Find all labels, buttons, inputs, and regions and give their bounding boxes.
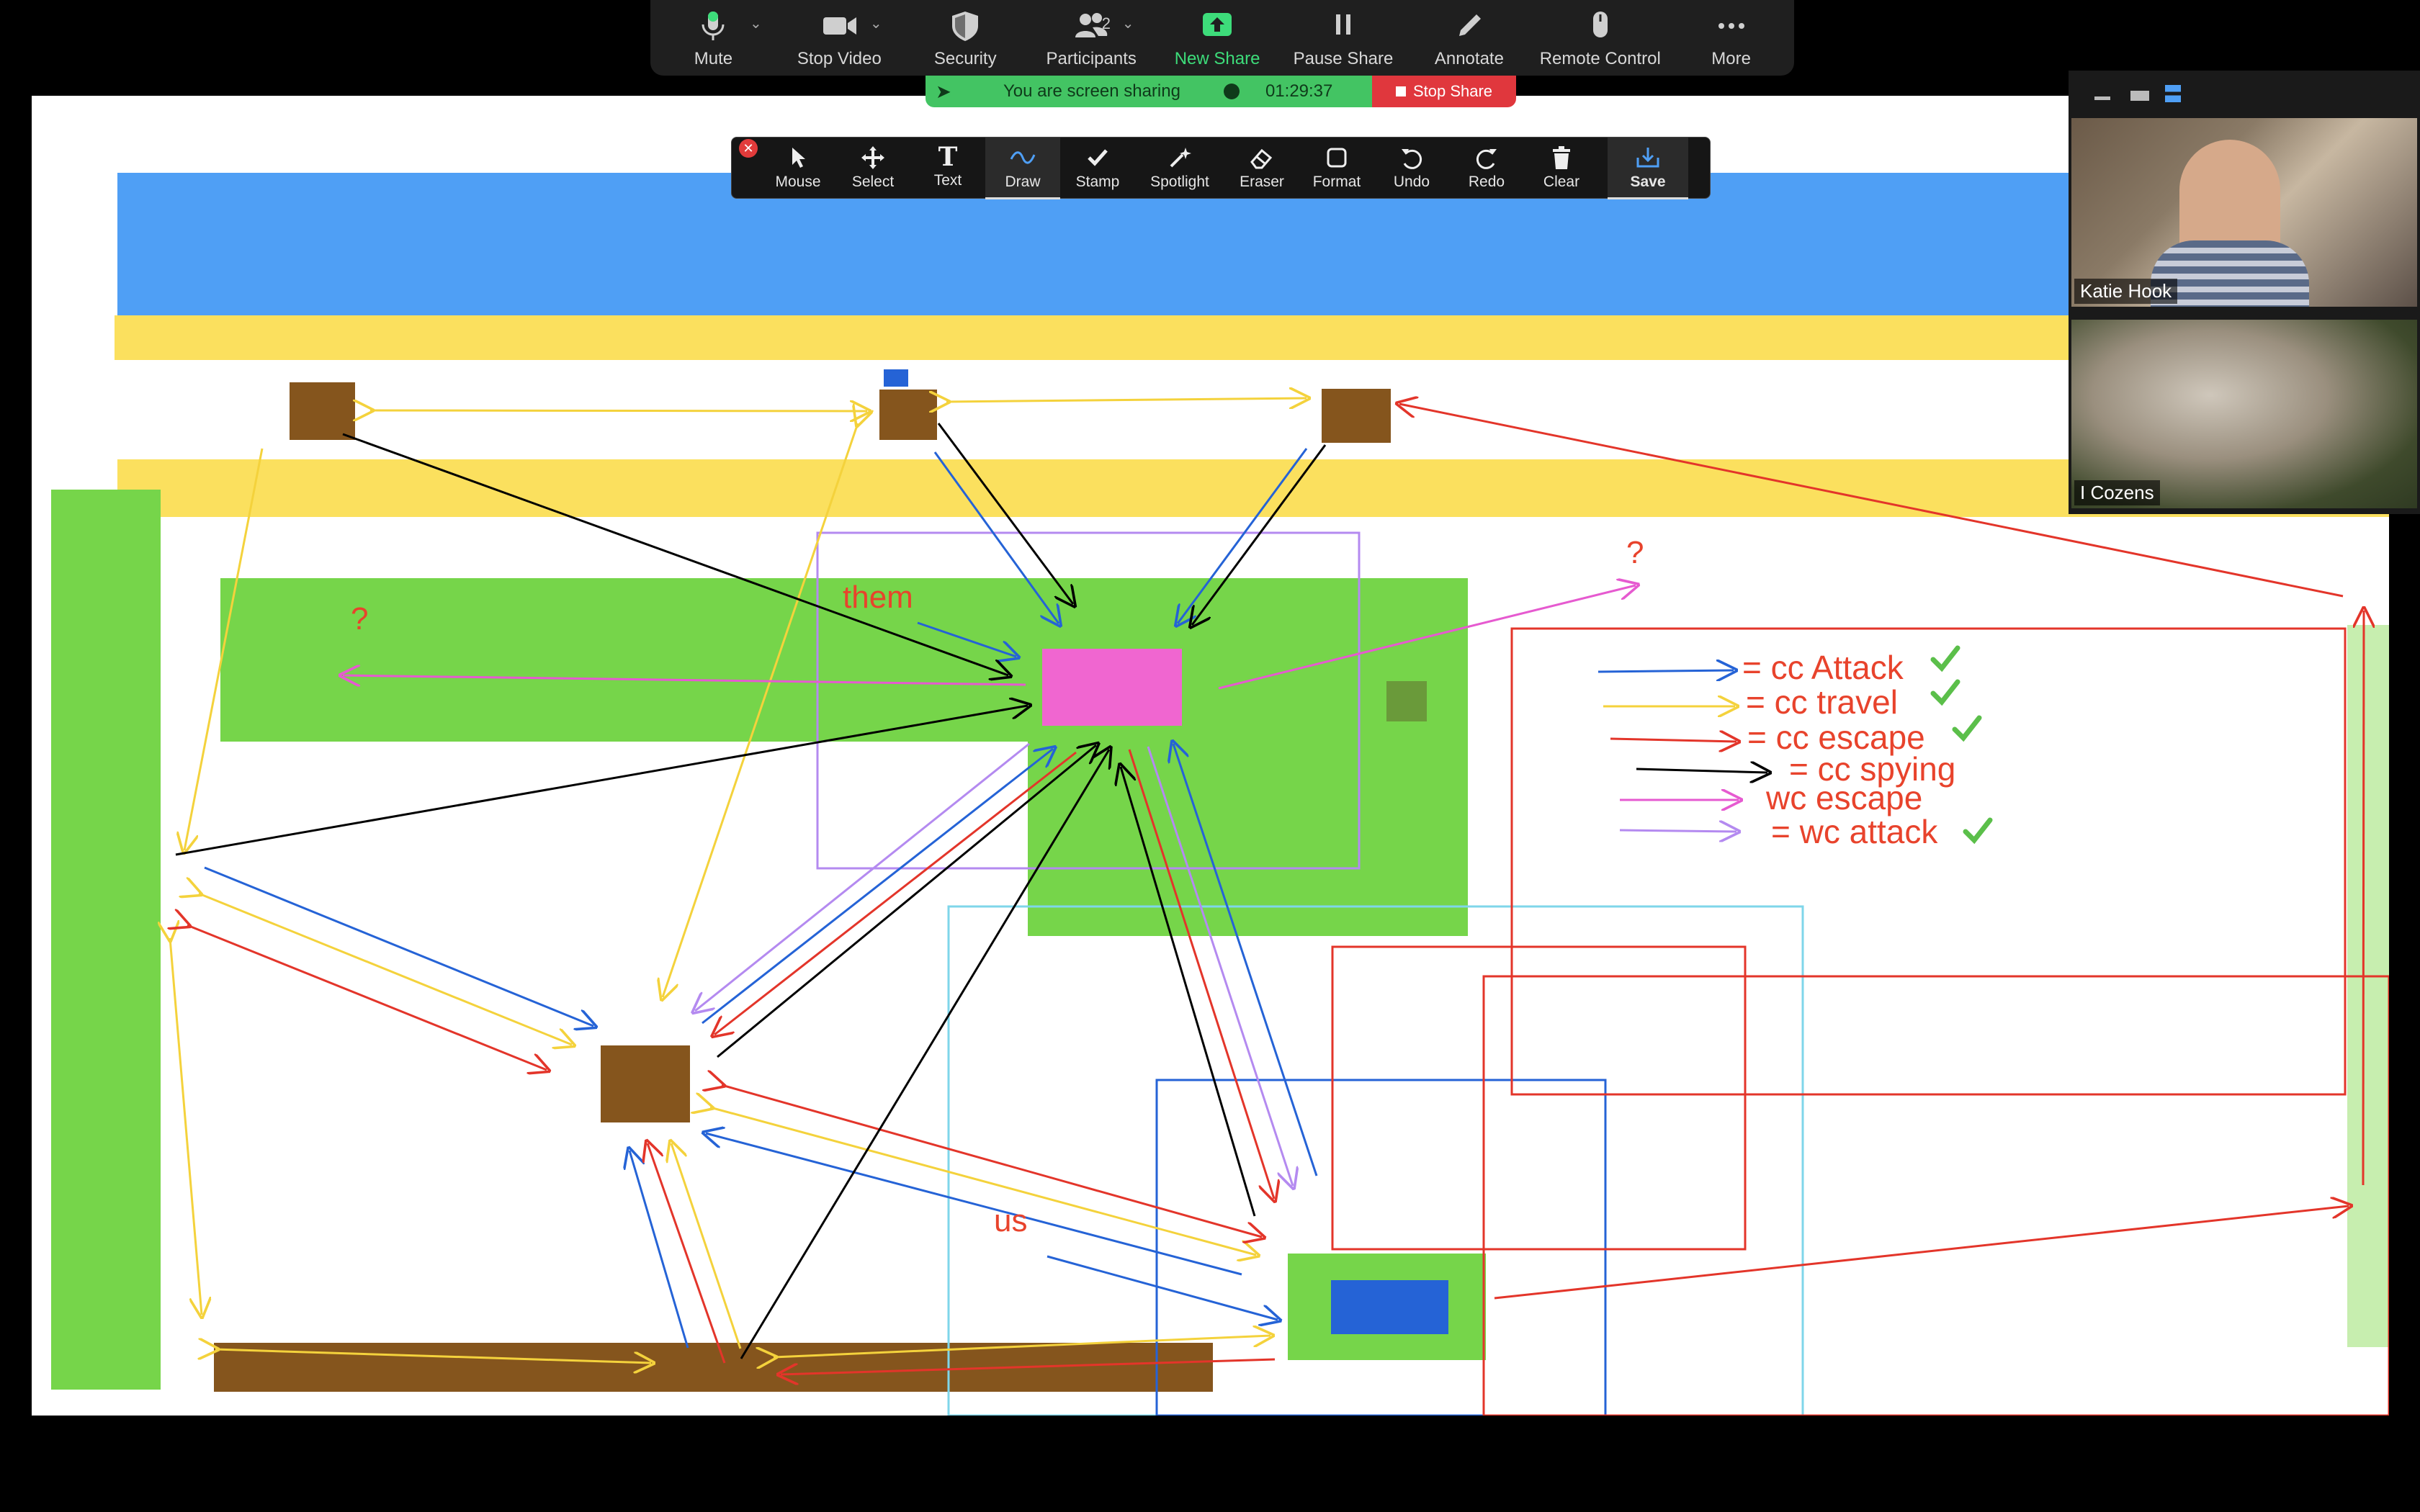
legend-wc-attack: = wc attack: [1771, 813, 1938, 850]
olive-square: [1386, 681, 1427, 721]
check-icon: [1952, 715, 1982, 742]
annotate-button[interactable]: Annotate: [1406, 0, 1532, 76]
shield-check-icon: [1223, 84, 1240, 99]
sharing-status-text: You are screen sharing: [1003, 81, 1180, 101]
brown-floor: [214, 1343, 1213, 1392]
legend-cc-travel: = cc travel: [1746, 683, 1898, 721]
share-arrow-icon: [1203, 13, 1232, 36]
yellow-band-bottom: [117, 459, 2389, 517]
remote-control-button[interactable]: Remote Control: [1532, 0, 1668, 76]
check-icon: [1930, 645, 1960, 672]
legend-wc-escape: wc escape: [1766, 779, 1923, 816]
text-icon: T: [938, 142, 958, 172]
chevron-down-icon[interactable]: ⌄: [870, 14, 882, 32]
brown-box-2: [879, 390, 937, 440]
pause-icon: [1335, 14, 1350, 35]
label-question-left: ?: [351, 601, 369, 636]
single-view-icon[interactable]: [2130, 91, 2149, 101]
label-question-right: ?: [1626, 535, 1644, 570]
clear-tool[interactable]: Clear: [1524, 138, 1599, 199]
redo-tool[interactable]: Redo: [1449, 138, 1524, 199]
format-square-icon: [1327, 148, 1347, 168]
participant-count: 2: [1101, 14, 1111, 32]
shield-icon: [952, 12, 979, 41]
stop-square-icon: [1395, 86, 1406, 96]
drag-handle-icon[interactable]: ➤: [936, 81, 960, 103]
pencil-icon: [1458, 14, 1481, 36]
mouse-icon: [1592, 12, 1608, 37]
video-tile-cozens[interactable]: I Cozens: [2071, 320, 2417, 508]
chevron-down-icon[interactable]: ⌄: [750, 14, 762, 32]
cursor-arrow-icon: [792, 148, 805, 168]
trash-icon: [1553, 146, 1570, 169]
screen-sharing-banner[interactable]: ➤ You are screen sharing 01:29:37: [926, 76, 1372, 107]
us-blue-box: [1331, 1280, 1448, 1334]
minimize-icon[interactable]: [2094, 96, 2110, 100]
more-button[interactable]: More: [1668, 0, 1794, 76]
stop-video-button[interactable]: ⌄ Stop Video: [776, 0, 902, 76]
checkmark-icon: [1088, 149, 1108, 166]
security-button[interactable]: Security: [902, 0, 1028, 76]
pink-target: [1042, 649, 1182, 726]
label-us: us: [994, 1203, 1028, 1238]
brown-box-4: [601, 1045, 690, 1122]
brown-box-1: [290, 382, 355, 440]
stamp-tool[interactable]: Stamp: [1060, 138, 1135, 199]
small-blue-square: [884, 369, 908, 387]
text-tool[interactable]: T Text: [910, 138, 985, 199]
shared-whiteboard[interactable]: them us ? ? = cc Attack = cc travel = cc…: [32, 96, 2389, 1416]
pause-share-button[interactable]: Pause Share: [1281, 0, 1407, 76]
format-tool[interactable]: Format: [1299, 138, 1374, 199]
draw-tool[interactable]: Draw: [985, 138, 1060, 199]
participants-button[interactable]: 2 ⌄ Participants: [1028, 0, 1155, 76]
eraser-tool[interactable]: Eraser: [1224, 138, 1299, 199]
stop-share-button[interactable]: Stop Share: [1372, 76, 1516, 107]
label-them: them: [843, 580, 913, 615]
right-green-bar: [2347, 625, 2389, 1347]
brown-box-3: [1322, 389, 1391, 443]
annotation-toolbar: Mouse Select T Text Draw Stamp Spotlight…: [731, 137, 1711, 199]
mouse-tool[interactable]: Mouse: [761, 138, 835, 199]
check-icon: [1963, 817, 1993, 845]
meeting-timer: 01:29:37: [1265, 81, 1333, 101]
check-icon: [1930, 679, 1960, 706]
undo-tool[interactable]: Undo: [1374, 138, 1449, 199]
meeting-control-bar: ⌄ Mute ⌄ Stop Video Security 2 ⌄ Partici…: [650, 0, 1794, 76]
close-icon[interactable]: ✕: [739, 139, 758, 158]
undo-icon: [1402, 149, 1422, 169]
move-arrows-icon: [861, 146, 884, 169]
participant-name: I Cozens: [2074, 480, 2160, 505]
redo-icon: [1476, 149, 1497, 169]
chevron-down-icon[interactable]: ⌄: [1122, 14, 1134, 32]
video-panel: Katie Hook I Cozens: [2069, 71, 2420, 514]
save-download-icon: [1636, 148, 1659, 168]
whiteboard-drawing: [51, 173, 2389, 1416]
participant-name: Katie Hook: [2074, 279, 2178, 304]
spotlight-tool[interactable]: Spotlight: [1135, 138, 1224, 199]
video-camera-icon: [823, 17, 857, 35]
legend-cc-attack: = cc Attack: [1742, 649, 1904, 686]
mute-button[interactable]: ⌄ Mute: [650, 0, 776, 76]
microphone-icon: [702, 12, 725, 40]
spotlight-wand-icon: [1170, 148, 1191, 168]
video-tile-katie[interactable]: Katie Hook: [2071, 118, 2417, 307]
save-tool[interactable]: Save: [1608, 138, 1688, 199]
new-share-button[interactable]: New Share: [1155, 0, 1281, 76]
select-tool[interactable]: Select: [835, 138, 910, 199]
eraser-icon: [1250, 148, 1273, 169]
squiggle-icon: [1010, 151, 1036, 164]
yellow-band-top: [115, 315, 2105, 360]
gallery-view-icon[interactable]: [2165, 85, 2181, 102]
more-dots-icon: [1718, 23, 1744, 29]
left-green-bar: [51, 490, 161, 1390]
video-panel-header: [2069, 71, 2420, 121]
